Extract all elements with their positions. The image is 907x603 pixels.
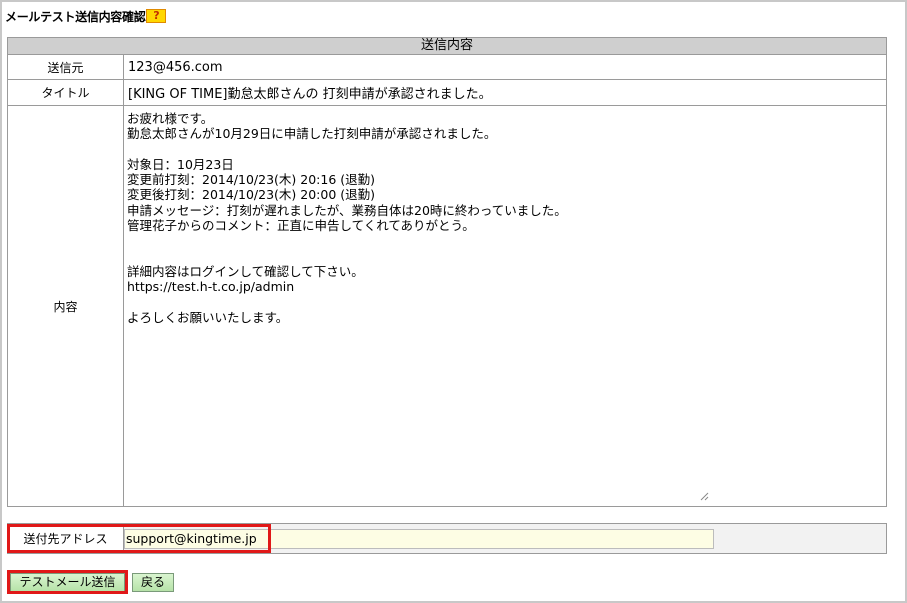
message-content-table: 送信内容 送信元 123@456.com タイトル [KING OF TIME]… <box>7 37 887 507</box>
title-row: タイトル [KING OF TIME]勤怠太郎さんの 打刻申請が承認されました。 <box>7 79 887 106</box>
help-icon[interactable]: ? <box>146 9 167 23</box>
address-label: 送付先アドレス <box>7 523 124 554</box>
title-label: タイトル <box>7 79 124 106</box>
section-header: 送信内容 <box>7 37 887 55</box>
address-table: 送付先アドレス <box>7 523 887 554</box>
address-cell <box>123 523 887 554</box>
page-header: メールテスト送信内容確認 ? <box>5 8 167 24</box>
send-test-mail-button[interactable]: テストメール送信 <box>10 573 125 592</box>
back-button[interactable]: 戻る <box>132 573 174 592</box>
title-value: [KING OF TIME]勤怠太郎さんの 打刻申請が承認されました。 <box>123 79 887 106</box>
body-label: 内容 <box>7 105 124 507</box>
window-frame: メールテスト送信内容確認 ? 送信内容 送信元 123@456.com タイトル… <box>0 0 907 603</box>
body-textarea[interactable]: お疲れ様です。 勤怠太郎さんが10月29日に申請した打刻申請が承認されました。 … <box>125 109 709 499</box>
sender-value: 123@456.com <box>123 54 887 80</box>
page-title: メールテスト送信内容確認 <box>5 9 146 24</box>
body-cell: お疲れ様です。 勤怠太郎さんが10月29日に申請した打刻申請が承認されました。 … <box>123 105 887 507</box>
body-row: 内容 お疲れ様です。 勤怠太郎さんが10月29日に申請した打刻申請が承認されまし… <box>7 105 887 507</box>
sender-row: 送信元 123@456.com <box>7 54 887 80</box>
address-input[interactable] <box>124 528 714 549</box>
resize-grip-icon[interactable] <box>699 491 709 501</box>
sender-label: 送信元 <box>7 54 124 80</box>
